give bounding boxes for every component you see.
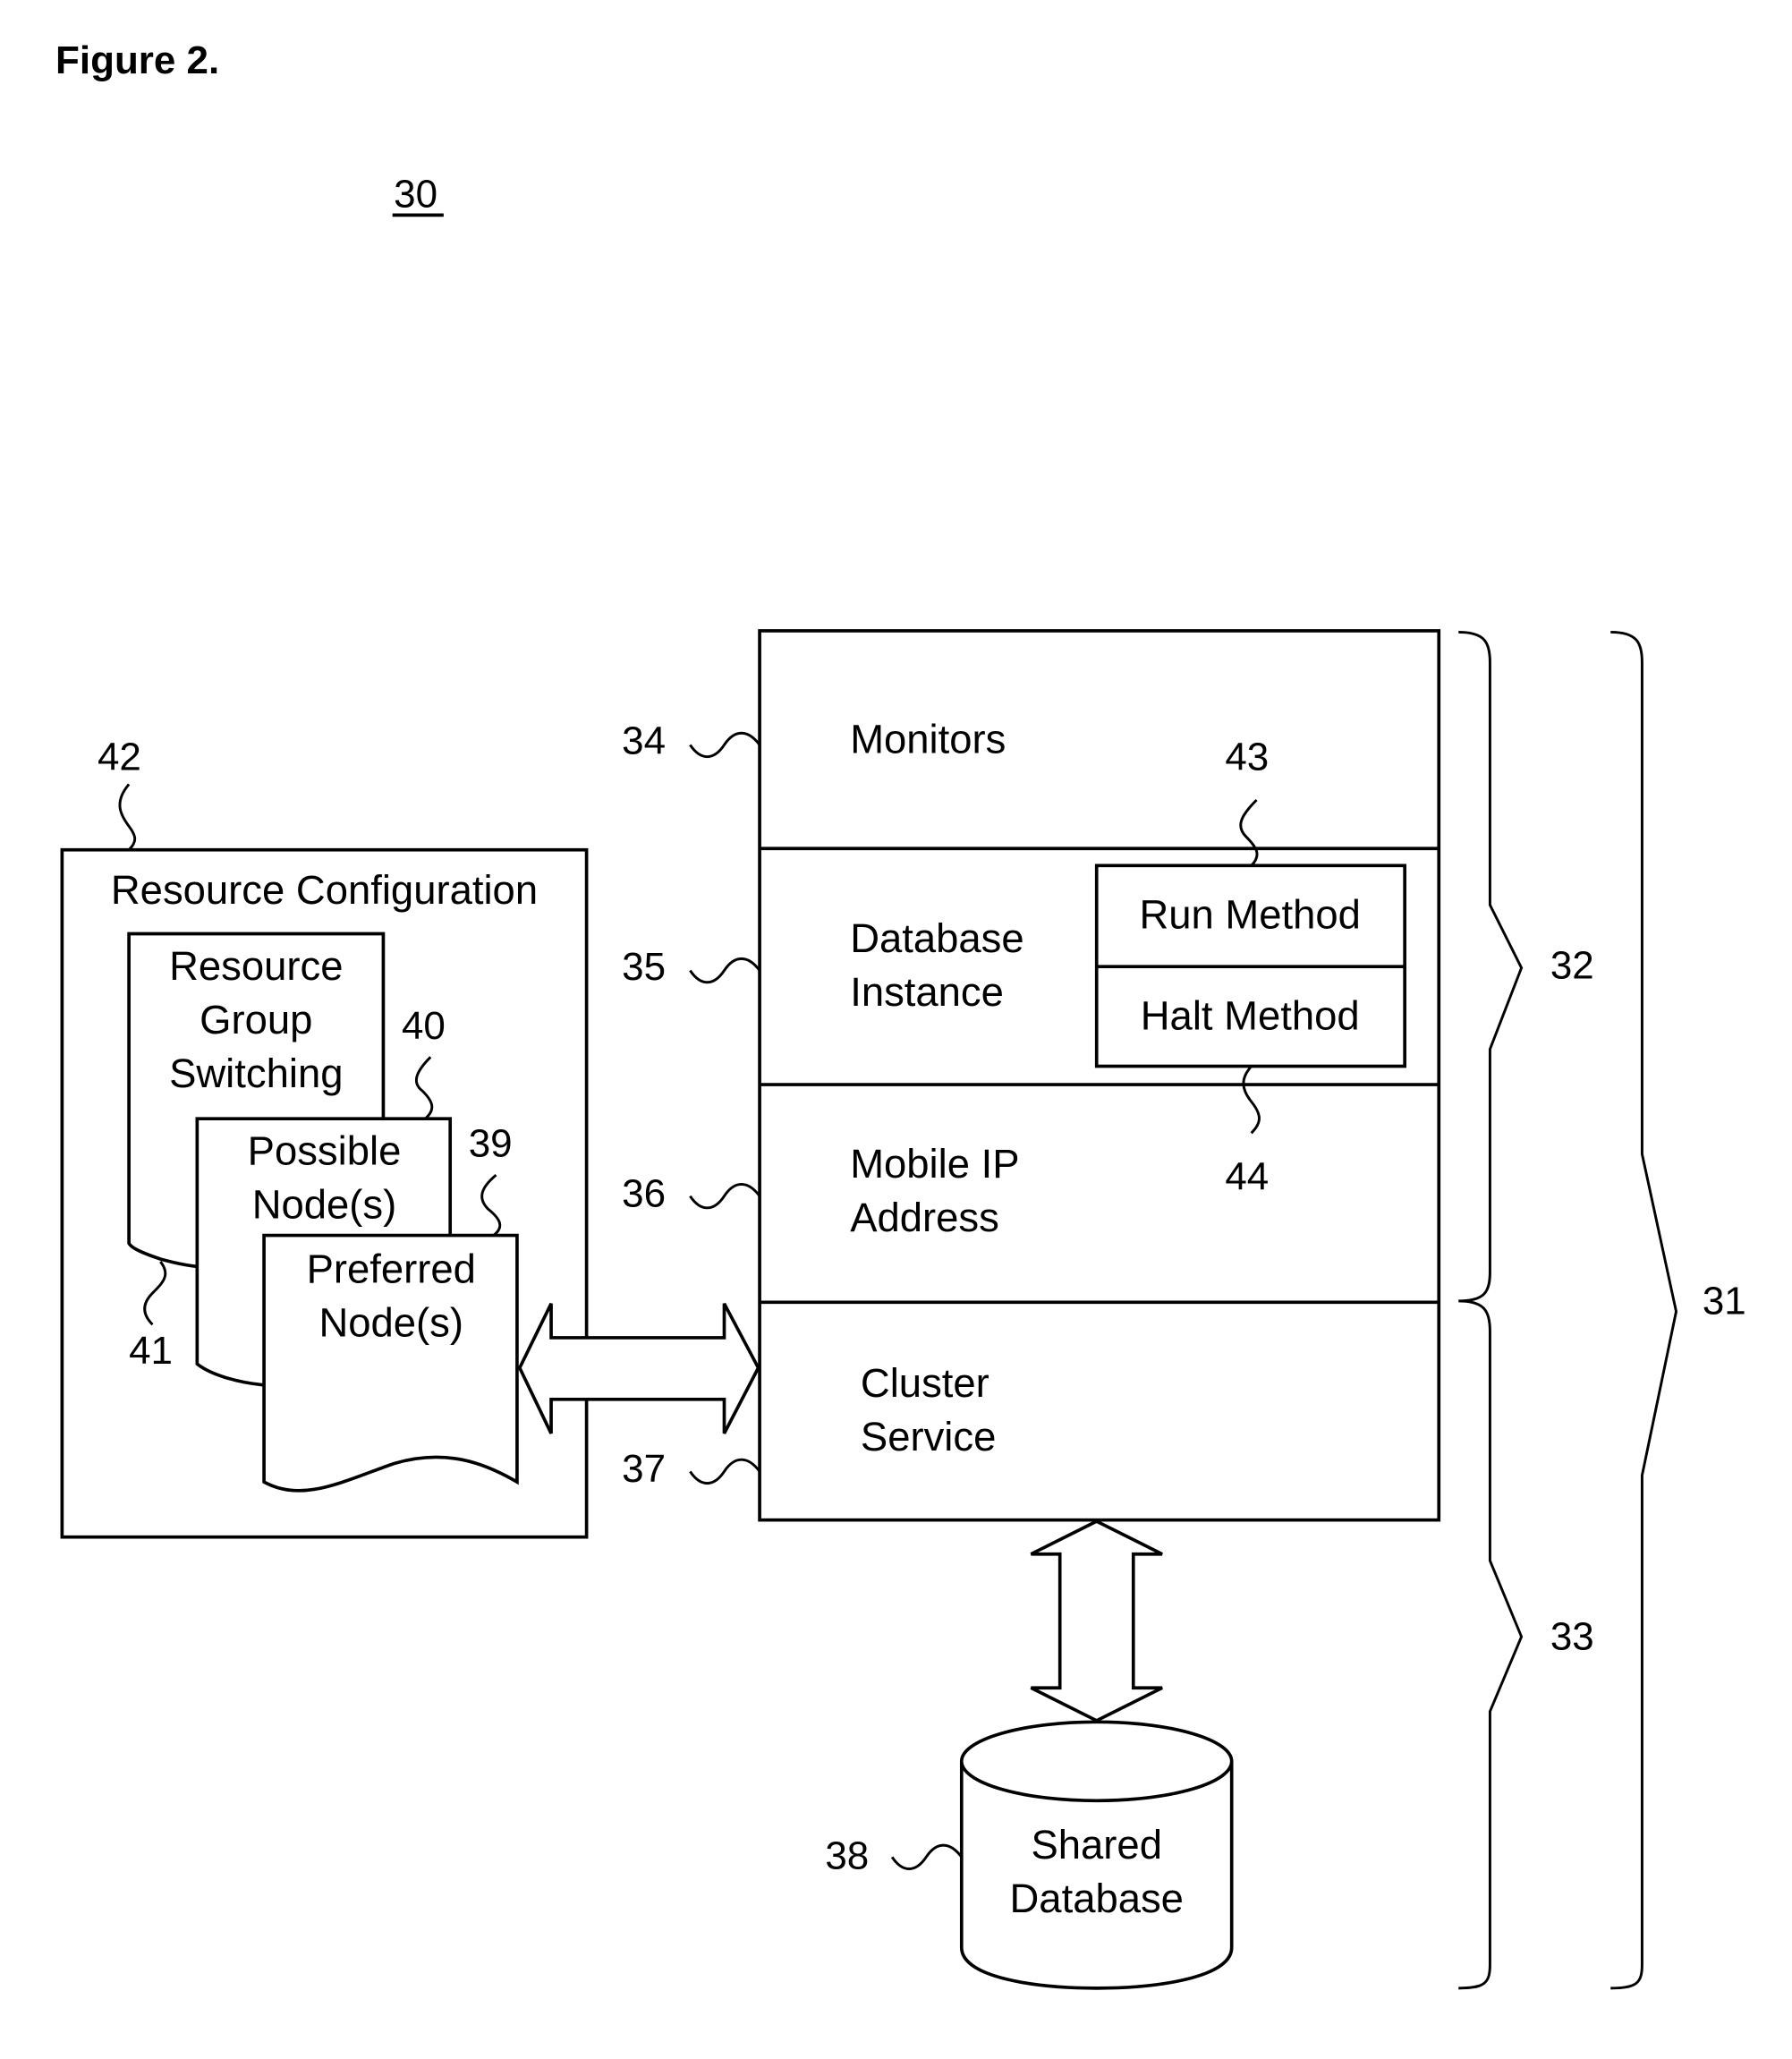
doc-41-line-3: Switching: [169, 1051, 343, 1096]
ref-43: 43: [1225, 735, 1269, 779]
layer-mobile-ip-line-1: Mobile IP: [850, 1141, 1019, 1187]
layer-cluster-service-line-2: Service: [861, 1414, 996, 1459]
layer-mobile-ip-line-2: Address: [850, 1195, 999, 1240]
ref-38: 38: [825, 1834, 869, 1877]
halt-method: Halt Method: [1141, 992, 1360, 1038]
doc-39-line-2: Node(s): [318, 1299, 463, 1345]
resource-configuration: 42 Resource Configuration Resource Group…: [60, 735, 589, 1539]
ref-40: 40: [402, 1004, 446, 1048]
ref-31: 31: [1703, 1280, 1746, 1323]
system-ref-label: 30: [394, 173, 437, 217]
ref-35: 35: [622, 945, 666, 989]
shared-database-line-2: Database: [1010, 1876, 1184, 1921]
brace-31: [1610, 630, 1678, 1990]
layer-database-instance-line-1: Database: [850, 915, 1023, 961]
layer-database-instance-line-2: Instance: [850, 969, 1004, 1015]
figure-title: Figure 2.: [55, 38, 219, 82]
resource-configuration-title: Resource Configuration: [111, 867, 538, 913]
leader-36: [689, 1182, 761, 1210]
ref-44: 44: [1225, 1154, 1269, 1198]
leader-42: [118, 783, 137, 851]
ref-32: 32: [1550, 943, 1594, 987]
layer-cluster-service-line-1: Cluster: [861, 1360, 989, 1406]
ref-34: 34: [622, 719, 666, 763]
leader-35: [689, 957, 761, 984]
doc-41-line-1: Resource: [169, 943, 343, 989]
shared-database: Shared Database 38: [825, 1720, 1234, 1990]
double-arrow-vertical: [1030, 1519, 1163, 1723]
brace-32-33: [1458, 630, 1524, 1990]
leader-38: [890, 1843, 963, 1870]
leader-34: [689, 731, 761, 759]
doc-41-line-2: Group: [200, 997, 312, 1042]
ref-36: 36: [622, 1171, 666, 1215]
patent-figure: Figure 2. 30 42 Resource Configuration R…: [55, 38, 1746, 1990]
layer-monitors: Monitors: [850, 716, 1006, 761]
leader-37: [689, 1458, 761, 1485]
ref-41: 41: [129, 1329, 173, 1373]
ref-39: 39: [469, 1122, 513, 1166]
shared-database-line-1: Shared: [1032, 1822, 1162, 1868]
ref-42: 42: [98, 735, 141, 779]
doc-39-line-1: Preferred: [307, 1246, 476, 1291]
run-method: Run Method: [1139, 892, 1360, 938]
cylinder-top: [959, 1720, 1234, 1803]
doc-40-line-1: Possible: [248, 1127, 402, 1173]
doc-40-line-2: Node(s): [252, 1182, 397, 1228]
ref-33: 33: [1550, 1615, 1594, 1659]
ref-37: 37: [622, 1447, 666, 1491]
